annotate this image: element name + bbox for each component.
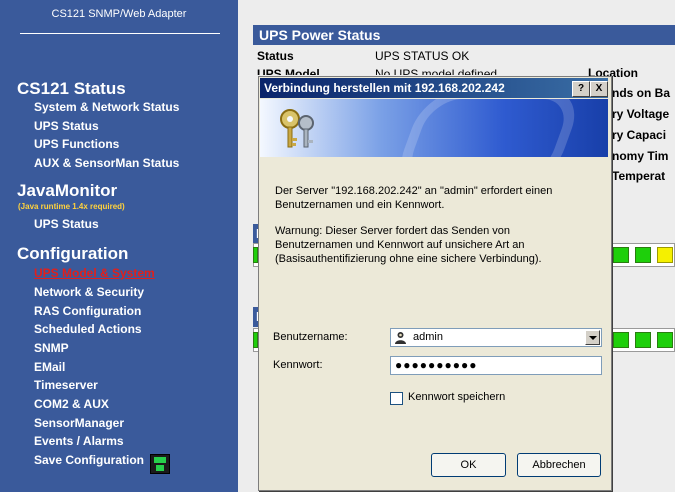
remember-password-checkbox[interactable] [390, 392, 403, 405]
bar2-seg-2 [635, 332, 651, 348]
nav-ups-model-system[interactable]: UPS Model & System [34, 266, 155, 280]
section-cs121-status: CS121 Status [17, 79, 126, 98]
section-javamonitor: JavaMonitor [17, 181, 118, 200]
right-label-1: nds on Ba [612, 86, 671, 100]
remember-password-label[interactable]: Kennwort speichern [408, 391, 505, 403]
dialog-message-line-1: Der Server "192.168.202.242" an "admin" … [275, 185, 553, 197]
dialog-banner [260, 99, 608, 157]
nav-save-configuration[interactable]: Save Configuration [34, 453, 144, 467]
status-label: Status [257, 49, 294, 63]
username-value: admin [413, 331, 443, 343]
dialog-title: Verbindung herstellen mit 192.168.202.24… [264, 81, 505, 95]
login-dialog: Verbindung herstellen mit 192.168.202.24… [258, 76, 612, 491]
right-label-3: ry Capaci [612, 128, 667, 142]
password-label: Kennwort: [273, 359, 323, 371]
nav-com2-aux[interactable]: COM2 & AUX [34, 397, 109, 411]
user-icon [395, 332, 406, 344]
nav-events-alarms[interactable]: Events / Alarms [34, 434, 124, 448]
ups-model-value: No UPS model defined [375, 67, 498, 75]
nav-ups-status[interactable]: UPS Status [34, 119, 99, 133]
nav-scheduled-actions[interactable]: Scheduled Actions [34, 322, 142, 336]
dialog-warning-line-3: (Basisauthentifizierung ohne eine sicher… [275, 253, 542, 265]
username-dropdown-arrow[interactable] [585, 330, 600, 345]
nav-email[interactable]: EMail [34, 360, 65, 374]
nav-system-network-status[interactable]: System & Network Status [34, 100, 179, 114]
ok-button[interactable]: OK [431, 453, 506, 477]
ups-power-status-header: UPS Power Status [253, 25, 675, 45]
nav-ras-configuration[interactable]: RAS Configuration [34, 304, 141, 318]
bar1-seg-1 [613, 247, 629, 263]
java-runtime-note: (Java runtime 1.4x required) [18, 202, 125, 211]
dialog-titlebar[interactable]: Verbindung herstellen mit 192.168.202.24… [260, 78, 608, 98]
sidebar: CS121 SNMP/Web Adapter CS121 Status Syst… [0, 0, 238, 492]
nav-aux-sensorman-status[interactable]: AUX & SensorMan Status [34, 156, 179, 170]
help-button[interactable]: ? [572, 81, 590, 97]
username-combobox[interactable]: admin [390, 328, 602, 347]
nav-ups-functions[interactable]: UPS Functions [34, 137, 119, 151]
dialog-warning-line-2: Benutzernamen und Kennwort auf unsichere… [275, 239, 525, 251]
right-label-2: ry Voltage [612, 107, 670, 121]
password-field[interactable]: ●●●●●●●●●● [390, 356, 602, 375]
nav-network-security[interactable]: Network & Security [34, 285, 144, 299]
bar1-seg-3 [657, 247, 673, 263]
dialog-warning-line-1: Warnung: Dieser Server fordert das Sende… [275, 225, 510, 237]
section-configuration: Configuration [17, 244, 129, 263]
bar1-seg-2 [635, 247, 651, 263]
sidebar-divider [20, 33, 220, 34]
nav-snmp[interactable]: SNMP [34, 341, 69, 355]
cancel-button[interactable]: Abbrechen [517, 453, 601, 477]
keys-icon [280, 109, 314, 148]
username-label: Benutzername: [273, 331, 348, 343]
adapter-title: CS121 SNMP/Web Adapter [51, 8, 187, 20]
dialog-message-line-2: Benutzernamen und ein Kennwort. [275, 199, 445, 211]
floppy-disk-icon[interactable] [150, 454, 170, 474]
nav-java-ups-status[interactable]: UPS Status [34, 217, 99, 231]
nav-timeserver[interactable]: Timeserver [34, 378, 98, 392]
status-value: UPS STATUS OK [375, 49, 470, 63]
bar2-seg-1 [613, 332, 629, 348]
nav-sensormanager[interactable]: SensorManager [34, 416, 124, 430]
right-label-5: Temperat [612, 169, 666, 183]
ups-model-label: UPS Model [257, 67, 320, 75]
bar2-seg-3 [657, 332, 673, 348]
right-label-4: nomy Tim [612, 149, 669, 163]
close-button[interactable]: X [590, 81, 608, 97]
